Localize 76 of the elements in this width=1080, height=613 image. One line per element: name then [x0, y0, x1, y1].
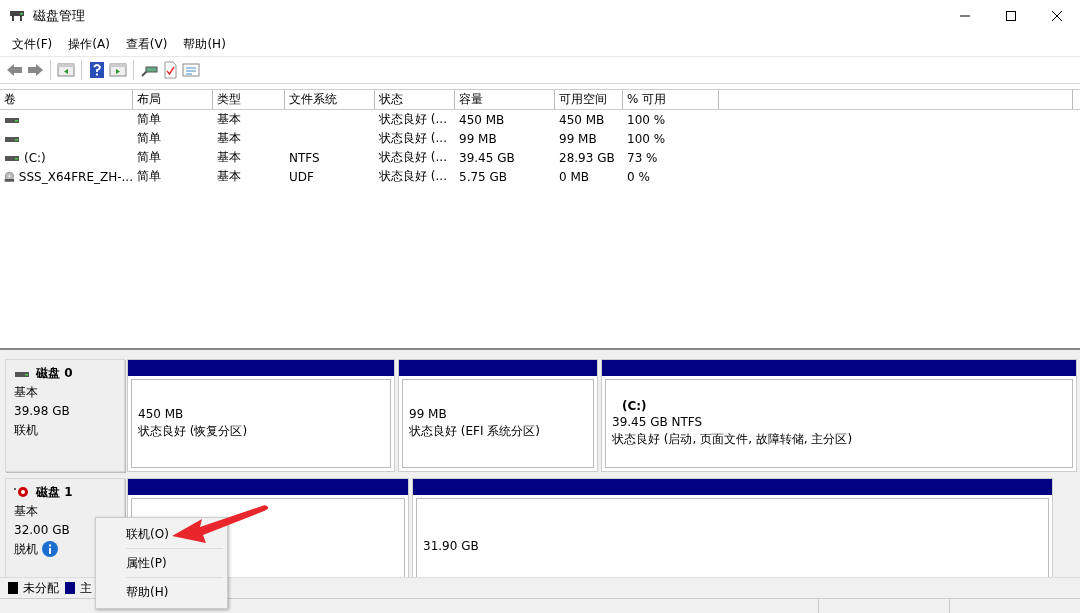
disk-size: 39.98 GB — [14, 403, 71, 420]
partition-block[interactable]: 99 MB 状态良好 (EFI 系统分区) — [398, 359, 598, 472]
partition-size: 99 MB — [409, 407, 448, 421]
disk-name: 磁盘 1 — [36, 484, 73, 501]
disk-type: 基本 — [14, 503, 39, 520]
forward-arrow-icon[interactable] — [26, 61, 44, 79]
table-cell-text: NTFS — [288, 149, 321, 167]
partition-block[interactable]: (C:) 39.45 GB NTFS 状态良好 (启动, 页面文件, 故障转储, 主分区) — [601, 359, 1077, 472]
partition-size: 31.90 GB — [423, 539, 480, 553]
disk-label-panel[interactable]: 磁盘 0 基本 39.98 GB 联机 — [5, 359, 125, 472]
table-cell-text: 99 MB — [458, 130, 498, 148]
table-cell-text: 100 % — [626, 111, 667, 129]
partition-status: 状态良好 (启动, 页面文件, 故障转储, 主分区) — [612, 431, 854, 448]
table-cell-text: 状态良好 (... — [378, 111, 448, 128]
menu-item[interactable]: 操作(A) — [60, 33, 118, 55]
menu-item[interactable]: 帮助(H) — [175, 33, 234, 55]
menu-item[interactable]: 查看(V) — [117, 33, 176, 55]
disk-size: 32.00 GB — [14, 522, 71, 539]
table-cell-text: 28.93 GB — [558, 149, 616, 167]
table-cell-text: 5.75 GB — [458, 168, 509, 186]
context-menu-item[interactable]: 帮助(H) — [96, 578, 227, 606]
drive-icon — [9, 9, 25, 23]
legend-label: 主 — [80, 579, 92, 597]
disk-type: 基本 — [14, 384, 39, 401]
column-header[interactable]: 布局 — [133, 90, 213, 109]
table-cell-text: 状态良好 (... — [378, 168, 448, 185]
close-icon — [1050, 10, 1064, 22]
column-header[interactable]: 容量 — [455, 90, 555, 109]
table-cell: (C:) — [24, 150, 46, 165]
disk-name: 磁盘 0 — [36, 365, 73, 382]
table-cell-text: 基本 — [216, 111, 242, 128]
column-header[interactable]: 卷 — [0, 90, 133, 109]
column-header[interactable]: 可用空间 — [555, 90, 623, 109]
maximize-icon — [1004, 10, 1018, 22]
table-cell-text: 39.45 GB — [458, 149, 516, 167]
table-cell-text: 简单 — [136, 111, 162, 128]
menu-item[interactable]: 文件(F) — [4, 33, 61, 55]
table-cell-text: 简单 — [136, 149, 162, 166]
table-cell-text: 简单 — [136, 130, 162, 147]
table-cell-text: 450 MB — [458, 111, 506, 129]
partition-status: 状态良好 (恢复分区) — [138, 423, 249, 440]
table-cell-text: UDF — [288, 168, 315, 186]
info-icon — [42, 541, 58, 557]
legend-label: 未分配 — [23, 579, 59, 597]
disk-status: 联机 — [14, 422, 38, 439]
table-cell-text: 0 MB — [558, 168, 591, 186]
column-header[interactable]: 类型 — [213, 90, 285, 109]
table-cell-text: 基本 — [216, 149, 242, 166]
column-header[interactable]: % 可用 — [623, 90, 719, 109]
disk-status: 脱机 — [14, 541, 38, 558]
table-cell: SSS_X64FRE_ZH-... — [18, 169, 133, 184]
help-icon[interactable] — [88, 61, 106, 79]
back-arrow-icon[interactable] — [5, 61, 23, 79]
table-cell-text: 基本 — [216, 130, 242, 147]
table-cell-text: 100 % — [626, 130, 667, 148]
table-cell-text: 73 % — [626, 149, 659, 167]
table-cell-text: 0 % — [626, 168, 651, 186]
partition-label: (C:) — [621, 399, 648, 413]
splitter-bar[interactable] — [0, 348, 1080, 359]
list-icon[interactable] — [182, 61, 200, 79]
window-title: 磁盘管理 — [33, 7, 86, 25]
table-cell-text: 简单 — [136, 168, 162, 185]
table-cell-text: 450 MB — [558, 111, 606, 129]
partition-block[interactable]: 450 MB 状态良好 (恢复分区) — [127, 359, 395, 472]
table-cell-text: 99 MB — [558, 130, 598, 148]
column-header[interactable]: 状态 — [375, 90, 455, 109]
column-header[interactable]: 文件系统 — [285, 90, 375, 109]
panel-icon[interactable] — [57, 61, 75, 79]
partition-block[interactable]: 31.90 GB — [412, 478, 1053, 577]
partition-status: 状态良好 (EFI 系统分区) — [409, 423, 541, 440]
partition-size: 39.45 GB NTFS — [612, 415, 704, 429]
partition-size: 450 MB — [138, 407, 185, 421]
table-cell-text: 状态良好 (... — [378, 130, 448, 147]
table-cell-text: 状态良好 (... — [378, 149, 448, 166]
checklist-icon[interactable] — [161, 61, 179, 79]
table-cell-text: 基本 — [216, 168, 242, 185]
